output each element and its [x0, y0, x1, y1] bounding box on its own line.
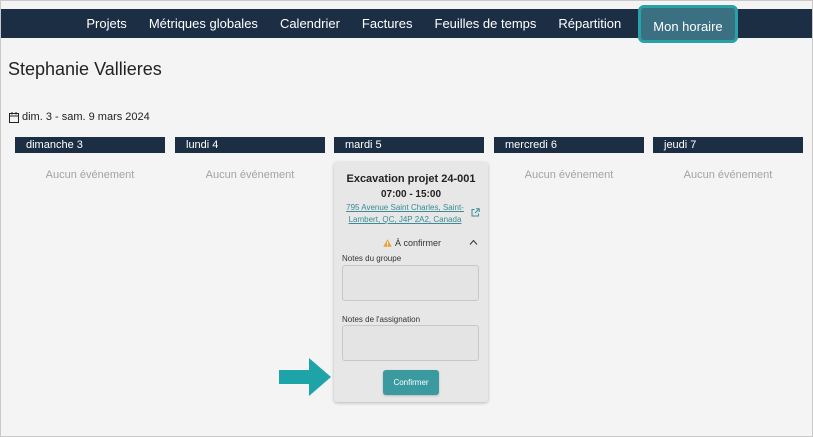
day-header: mardi 5: [334, 137, 484, 153]
day-column-wednesday: mercredi 6 Aucun événement: [494, 137, 644, 181]
assignment-notes-field[interactable]: [342, 325, 479, 361]
no-event-label: Aucun événement: [45, 169, 135, 181]
day-header: dimanche 3: [15, 137, 165, 153]
day-column-tuesday: mardi 5: [334, 137, 484, 153]
event-address-link[interactable]: 795 Avenue Saint Charles, Saint-Lambert,…: [346, 202, 464, 226]
nav-factures[interactable]: Factures: [351, 9, 424, 38]
day-header: jeudi 7: [653, 137, 803, 153]
nav-repartition[interactable]: Répartition: [547, 9, 632, 38]
day-column-thursday: jeudi 7 Aucun événement: [653, 137, 803, 181]
group-notes-field[interactable]: [342, 265, 479, 301]
arrow-right-icon: [279, 358, 331, 396]
day-header: lundi 4: [175, 137, 325, 153]
event-time: 07:00 - 15:00: [380, 189, 442, 200]
day-column-monday: lundi 4 Aucun événement: [175, 137, 325, 181]
no-event-label: Aucun événement: [683, 169, 773, 181]
no-event-label: Aucun événement: [205, 169, 295, 181]
day-header: mercredi 6: [494, 137, 644, 153]
nav-feuilles-de-temps[interactable]: Feuilles de temps: [424, 9, 548, 38]
calendar-icon: [9, 111, 19, 123]
page-title: Stephanie Vallieres: [8, 59, 162, 79]
assignment-notes-label: Notes de l'assignation: [342, 315, 421, 324]
nav-projets[interactable]: Projets: [75, 9, 137, 38]
group-notes-label: Notes du groupe: [342, 254, 402, 263]
no-event-label: Aucun événement: [524, 169, 614, 181]
status-label: À confirmer: [395, 238, 442, 248]
week-range: dim. 3 - sam. 9 mars 2024: [9, 111, 150, 123]
confirm-button[interactable]: Confirmer: [383, 370, 439, 395]
nav-calendrier[interactable]: Calendrier: [269, 9, 351, 38]
nav-metriques-globales[interactable]: Métriques globales: [138, 9, 269, 38]
event-card: Excavation projet 24-001 07:00 - 15:00 7…: [334, 162, 488, 402]
nav-mon-horaire[interactable]: Mon horaire: [638, 4, 738, 43]
external-link-icon[interactable]: [471, 208, 480, 217]
day-column-sunday: dimanche 3 Aucun événement: [15, 137, 165, 181]
warning-icon: [383, 239, 392, 247]
week-range-label: dim. 3 - sam. 9 mars 2024: [22, 111, 150, 123]
chevron-up-icon[interactable]: [469, 239, 478, 246]
event-title: Excavation projet 24-001: [346, 173, 476, 185]
top-navbar: Projets Métriques globales Calendrier Fa…: [1, 4, 812, 43]
status-row[interactable]: À confirmer: [383, 238, 441, 248]
